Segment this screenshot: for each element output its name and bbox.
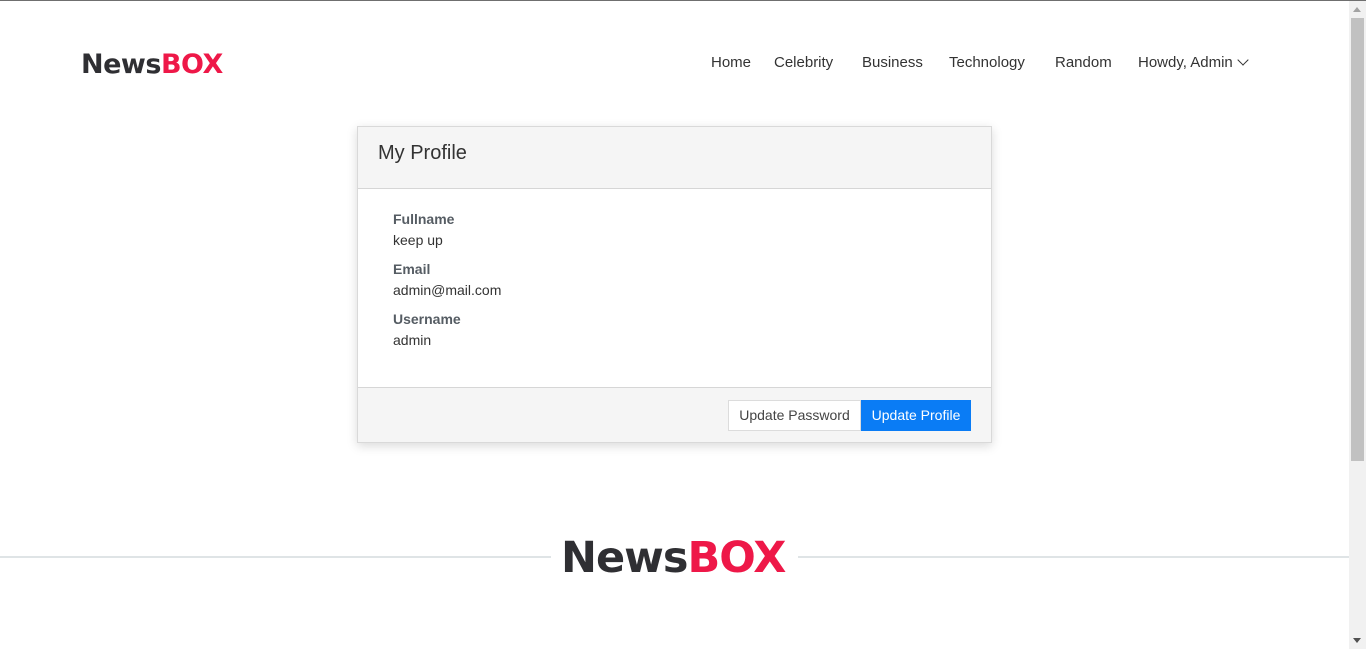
update-profile-button[interactable]: Update Profile bbox=[861, 400, 971, 431]
username-value: admin bbox=[393, 332, 432, 348]
chevron-down-icon bbox=[1237, 54, 1249, 66]
nav-home[interactable]: Home bbox=[711, 53, 751, 73]
user-menu-label: Howdy, Admin bbox=[1138, 54, 1233, 71]
footer-logo-text-news: News bbox=[561, 533, 688, 583]
footer-divider-right bbox=[798, 556, 1349, 558]
user-menu-toggle[interactable]: Howdy, Admin bbox=[1138, 53, 1249, 73]
main-nav: Home Celebrity Business Technology Rando… bbox=[0, 53, 1349, 77]
nav-random[interactable]: Random bbox=[1055, 53, 1112, 73]
profile-card-footer: Update Password Update Profile bbox=[358, 387, 991, 442]
page: NewsBOX Home Celebrity Business Technolo… bbox=[0, 1, 1349, 649]
scroll-up-arrow-icon[interactable] bbox=[1353, 7, 1361, 12]
nav-celebrity[interactable]: Celebrity bbox=[774, 53, 833, 73]
email-value: admin@mail.com bbox=[393, 282, 502, 298]
profile-card-body: Fullname keep up Email admin@mail.com Us… bbox=[358, 189, 991, 387]
email-label: Email bbox=[393, 261, 431, 277]
update-password-button[interactable]: Update Password bbox=[728, 400, 861, 431]
vertical-scrollbar[interactable] bbox=[1349, 1, 1366, 649]
profile-card-title: My Profile bbox=[378, 142, 467, 164]
scroll-down-arrow-icon[interactable] bbox=[1353, 638, 1361, 643]
profile-card: My Profile Fullname keep up Email admin@… bbox=[357, 126, 992, 443]
scrollbar-thumb[interactable] bbox=[1351, 18, 1364, 461]
nav-business[interactable]: Business bbox=[862, 53, 923, 73]
profile-card-header: My Profile bbox=[358, 127, 991, 189]
username-label: Username bbox=[393, 311, 461, 327]
fullname-label: Fullname bbox=[393, 211, 455, 227]
fullname-value: keep up bbox=[393, 232, 443, 248]
footer-logo[interactable]: NewsBOX bbox=[561, 533, 786, 583]
nav-technology[interactable]: Technology bbox=[949, 53, 1025, 73]
footer-logo-text-box: BOX bbox=[687, 533, 786, 583]
footer-divider-left bbox=[0, 556, 551, 558]
